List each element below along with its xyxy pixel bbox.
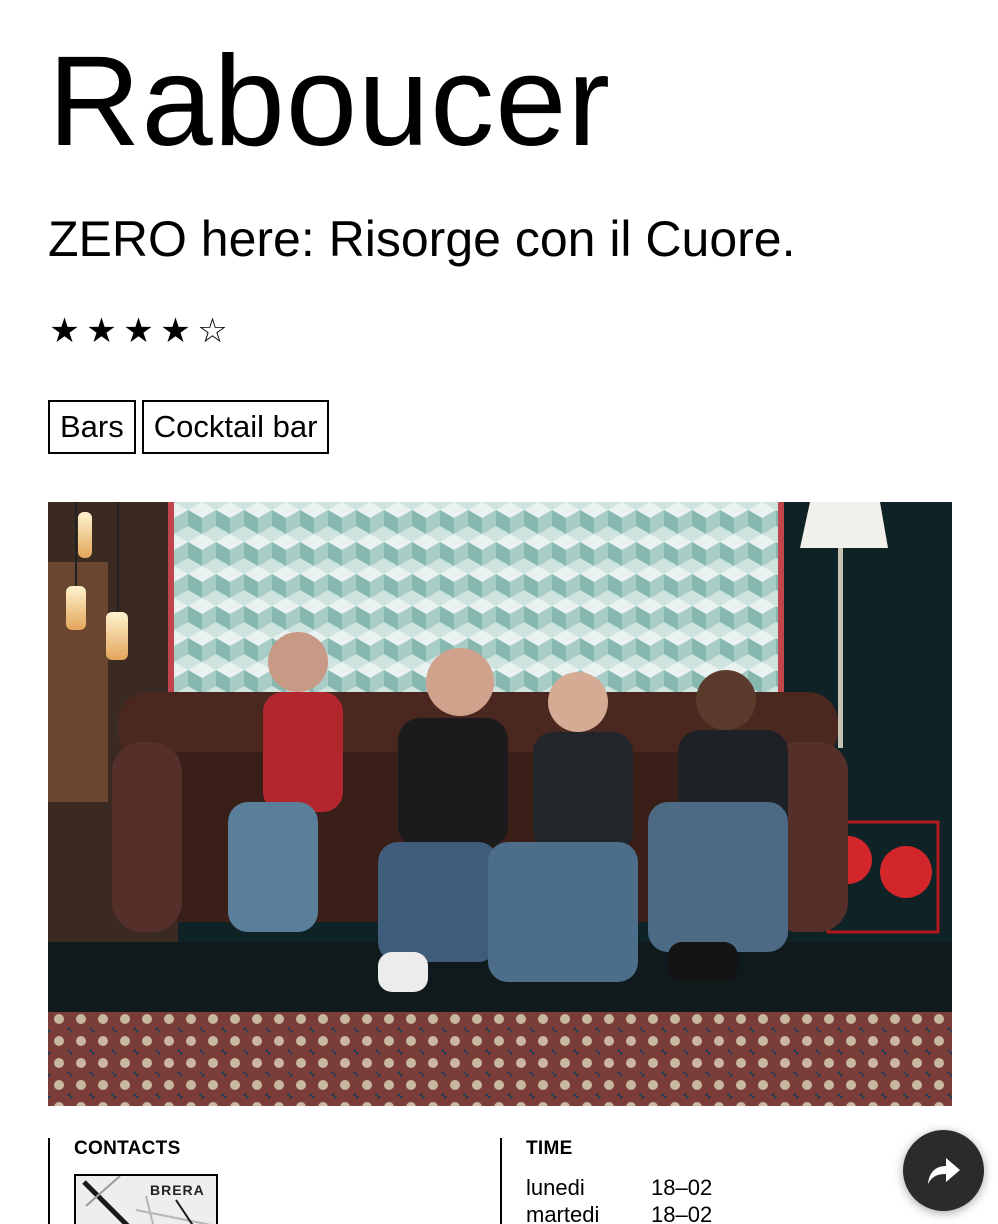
tag-cocktail-bar[interactable]: Cocktail bar bbox=[141, 400, 330, 454]
hours-time: 18–02 bbox=[651, 1202, 713, 1224]
hours-time: 18–02 bbox=[651, 1175, 713, 1200]
star-filled-icon: ★ bbox=[49, 311, 80, 351]
rating-stars: ★ ★ ★ ★ ☆ bbox=[48, 314, 229, 348]
hours-day: martedi bbox=[526, 1202, 600, 1224]
map-district-label: BRERA bbox=[150, 1182, 205, 1198]
hero-photo-illustration bbox=[48, 502, 952, 1106]
time-heading: TIME bbox=[526, 1138, 573, 1159]
contacts-heading: CONTACTS bbox=[74, 1138, 181, 1159]
star-filled-icon: ★ bbox=[160, 311, 191, 351]
opening-hours: lunedi 18–02 martedi 18–02 bbox=[526, 1174, 712, 1224]
star-filled-icon: ★ bbox=[123, 311, 154, 351]
venue-tagline: ZERO here: Risorge con il Cuore. bbox=[48, 211, 796, 267]
category-tags: Bars Cocktail bar bbox=[48, 400, 330, 454]
venue-title: Raboucer bbox=[48, 30, 611, 173]
contacts-section: CONTACTS BRERA bbox=[48, 1138, 488, 1224]
time-section: TIME lunedi 18–02 martedi 18–02 bbox=[500, 1138, 920, 1224]
star-filled-icon: ★ bbox=[86, 311, 117, 351]
hours-row: martedi 18–02 bbox=[526, 1201, 712, 1224]
hours-day: lunedi bbox=[526, 1175, 585, 1200]
tag-bars[interactable]: Bars bbox=[48, 400, 136, 454]
map-thumbnail[interactable]: BRERA bbox=[74, 1174, 218, 1224]
hours-row: lunedi 18–02 bbox=[526, 1174, 712, 1201]
share-arrow-icon bbox=[927, 1157, 960, 1184]
share-button[interactable] bbox=[903, 1130, 984, 1211]
star-empty-icon: ☆ bbox=[197, 311, 228, 351]
hero-photo bbox=[48, 502, 952, 1106]
